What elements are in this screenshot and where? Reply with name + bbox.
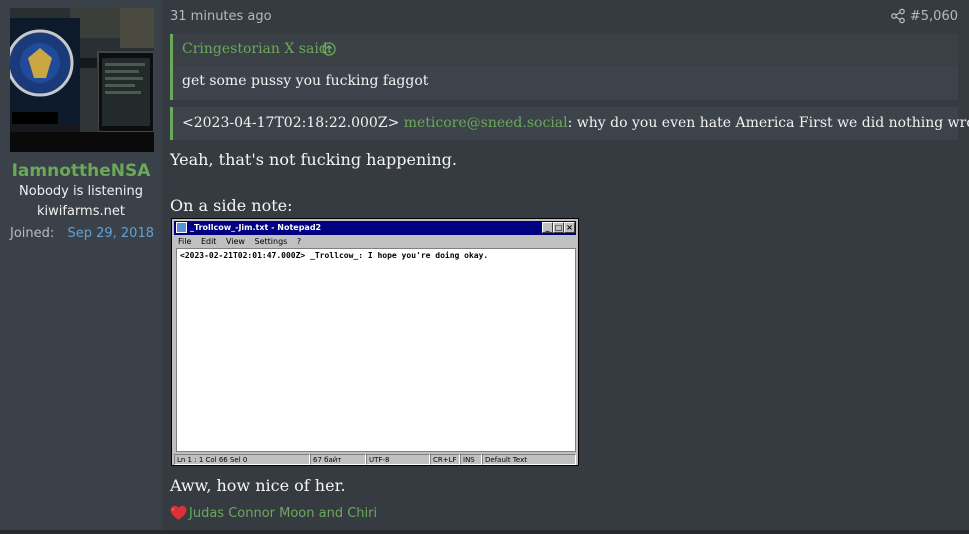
username[interactable]: IamnottheNSA: [0, 161, 162, 181]
status-eol: CR+LF: [430, 454, 460, 465]
quote-text: get some pussy you fucking faggot: [182, 73, 429, 89]
reaction-users[interactable]: Judas Connor Moon and Chiri: [189, 506, 377, 521]
close-icon: ×: [564, 222, 575, 233]
post-timestamp[interactable]: 31 minutes ago: [170, 9, 272, 24]
post-text-line: Aww, how nice of her.: [170, 476, 346, 495]
post-content: 31 minutes ago #5,060 Cringestorian X sa…: [170, 0, 969, 530]
inline-quote: <2023-04-17T02:18:22.000Z> meticore@snee…: [170, 107, 969, 140]
quote-message: : why do you even hate America First we …: [567, 115, 969, 131]
notepad-titlebar: _Trollcow_-Jim.txt - Notepad2 _ □ ×: [174, 221, 576, 235]
notepad-text-area: <2023-02-21T02:01:47.000Z> _Trollcow_: I…: [176, 248, 576, 452]
maximize-icon: □: [553, 222, 564, 233]
post-number[interactable]: #5,060: [910, 9, 958, 24]
menu-settings: Settings: [254, 237, 288, 246]
notepad-menu: File Edit View Settings ?: [178, 237, 308, 246]
post-text-line: On a side note:: [170, 196, 293, 215]
notepad-app-icon: [176, 222, 187, 233]
status-scheme: Default Text: [482, 454, 576, 465]
joined-label: Joined:: [10, 226, 55, 241]
joined-date: Sep 29, 2018: [67, 226, 154, 241]
post-container: IamnottheNSA Nobody is listening kiwifar…: [0, 0, 969, 530]
avatar[interactable]: [10, 8, 154, 152]
share-icon[interactable]: [890, 8, 906, 24]
status-position: Ln 1 : 1 Col 66 Sel 0: [174, 454, 310, 465]
notepad-screenshot[interactable]: _Trollcow_-Jim.txt - Notepad2 _ □ × File…: [171, 218, 579, 466]
menu-view: View: [225, 237, 245, 246]
status-size: 67 байт: [310, 454, 366, 465]
menu-file: File: [178, 237, 192, 246]
quote-author[interactable]: Cringestorian X said:: [182, 41, 332, 57]
arrow-up-circle-icon[interactable]: [322, 42, 336, 56]
status-encoding: UTF-8: [366, 454, 430, 465]
user-title: Nobody is listening: [19, 184, 143, 199]
quote-header: Cringestorian X said:: [173, 34, 958, 66]
quote-block: Cringestorian X said: get some pussy you…: [170, 34, 958, 100]
user-site: kiwifarms.net: [37, 204, 125, 219]
heart-icon[interactable]: [170, 505, 187, 521]
user-panel: IamnottheNSA Nobody is listening kiwifar…: [0, 0, 162, 530]
notepad-statusbar: Ln 1 : 1 Col 66 Sel 0 67 байт UTF-8 CR+L…: [174, 454, 576, 465]
status-ins: INS: [460, 454, 482, 465]
notepad-title: _Trollcow_-Jim.txt - Notepad2: [190, 223, 322, 232]
quote-timestamp: <2023-04-17T02:18:22.000Z>: [182, 115, 400, 131]
minimize-icon: _: [542, 222, 553, 233]
menu-help: ?: [296, 237, 302, 246]
avatar-image: [10, 8, 154, 152]
post-text-line: Yeah, that's not fucking happening.: [170, 150, 457, 169]
menu-edit: Edit: [200, 237, 217, 246]
quote-handle[interactable]: meticore@sneed.social: [404, 115, 568, 131]
